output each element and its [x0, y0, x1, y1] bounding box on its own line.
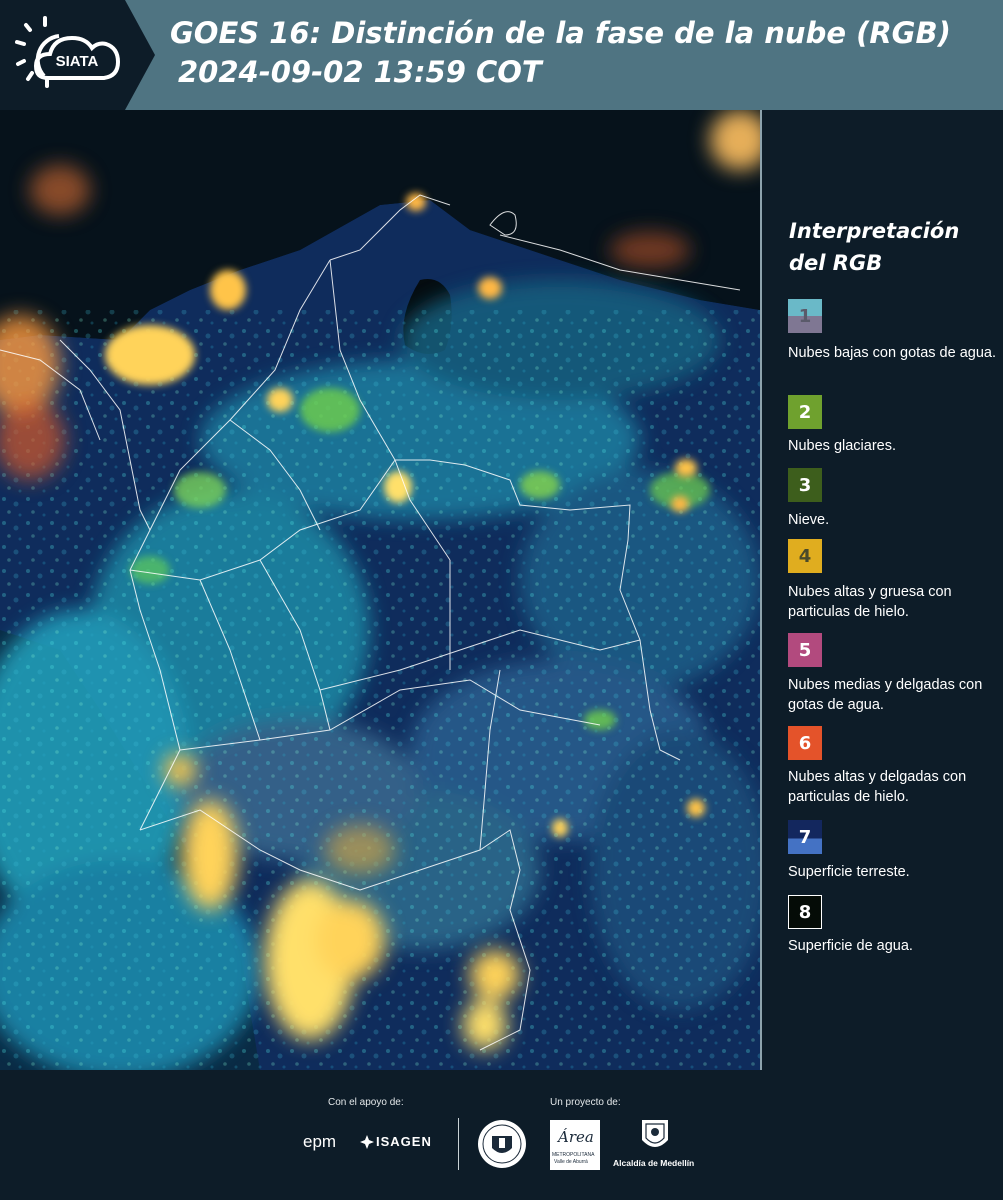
legend-number-6: 6 [798, 732, 812, 754]
project-label: Un proyecto de: [550, 1097, 621, 1108]
legend-number-7: 7 [798, 826, 812, 848]
alcaldia-shield-icon [642, 1120, 668, 1147]
legend-swatch-2: 2 [788, 395, 822, 429]
area-sub2: Valle de Aburrá [554, 1159, 588, 1165]
legend-label-2: Nubes glaciares. [788, 438, 896, 454]
legend-number-1: 1 [798, 305, 812, 327]
legend-number-2: 2 [798, 401, 812, 423]
legend-number-3: 3 [798, 474, 812, 496]
siata-logo: SIATA [15, 16, 121, 88]
alcaldia-label: Alcaldía de Medellín [613, 1158, 695, 1168]
medellin-seal-icon [478, 1120, 526, 1168]
legend-number-5: 5 [798, 639, 812, 661]
legend-panel: Interpretación del RGB 1 Nubes bajas con… [762, 110, 1003, 1070]
legend-swatch-4: 4 [788, 539, 822, 573]
legend-number-8: 8 [798, 901, 812, 923]
legend-label-3: Nieve. [788, 512, 830, 528]
area-name: Área [558, 1128, 594, 1146]
legend-swatch-3: 3 [788, 468, 822, 502]
isagen-logo: ISAGEN [376, 1134, 432, 1149]
legend-title: Interpretación del RGB [789, 219, 960, 275]
satellite-map[interactable] [0, 110, 760, 1070]
legend-label-5: Nubes medias y delgadas con gotas de agu… [788, 677, 983, 713]
legend-label-7: Superficie terreste. [788, 864, 910, 880]
logo-text: SIATA [56, 53, 99, 70]
legend-label-1: Nubes bajas con gotas de agua. [788, 345, 996, 361]
support-label: Con el apoyo de: [328, 1097, 404, 1108]
legend-swatch-8: 8 [788, 895, 822, 929]
legend-label-6: Nubes altas y delgadas con particulas de… [788, 769, 967, 805]
legend-label-8: Superficie de agua. [788, 938, 913, 954]
epm-logo: epm [303, 1132, 337, 1151]
legend-swatch-5: 5 [788, 633, 822, 667]
logo-panel: SIATA [0, 0, 155, 110]
area-metropolitana-logo: Área METROPOLITANA Valle de Aburrá [550, 1120, 600, 1170]
footer: Con el apoyo de: Un proyecto de: epm ISA… [0, 1070, 1003, 1200]
timestamp: 2024-09-02 13:59 COT [178, 55, 542, 89]
legend-swatch-7: 7 [788, 820, 822, 854]
legend-swatch-1: 1 [788, 299, 822, 333]
isagen-icon [360, 1135, 374, 1149]
footer-divider [458, 1118, 459, 1170]
header-bar: SIATA GOES 16: Distinción de la fase de … [0, 0, 1003, 110]
legend-swatch-6: 6 [788, 726, 822, 760]
page-title: GOES 16: Distinción de la fase de la nub… [170, 16, 951, 50]
legend-number-4: 4 [798, 545, 812, 567]
area-sub: METROPOLITANA [552, 1152, 595, 1158]
legend-label-4: Nubes altas y gruesa con particulas de h… [788, 584, 952, 620]
